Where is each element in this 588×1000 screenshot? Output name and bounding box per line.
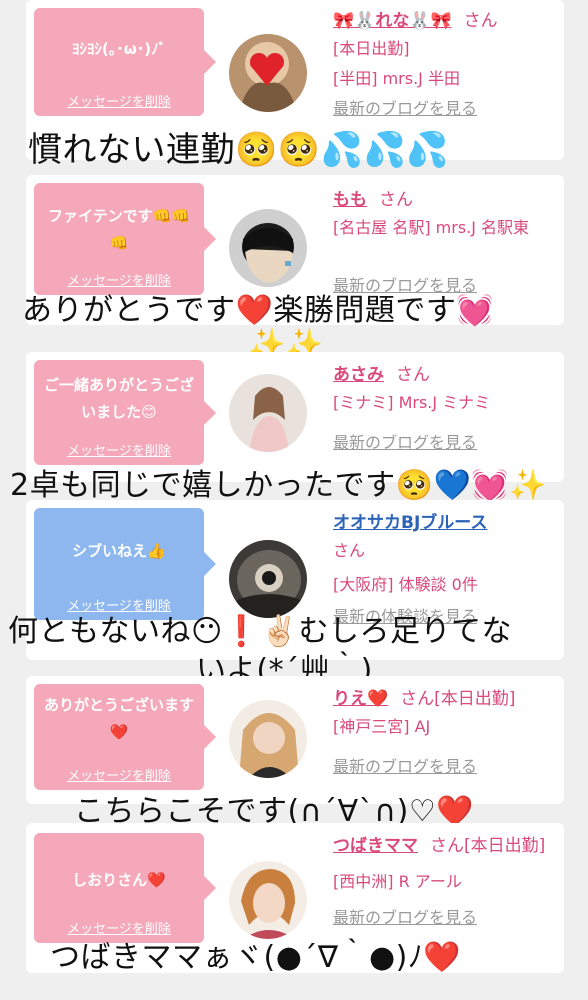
member-shop: [名古屋 名駅] mrs.J 名駅東 <box>333 218 530 237</box>
member-info: りえ❤️ さん[本日出勤] [神戸三宮] AJ 最新のブログを見る <box>333 686 558 782</box>
caption-overlay: 慣れない連勤🥺🥺💦💦💦 <box>28 130 450 170</box>
avatar[interactable] <box>229 209 307 287</box>
member-name-link[interactable]: 🎀🐰れな🐰🎀 <box>333 11 452 31</box>
honorific: さん <box>396 365 430 385</box>
member-info: 🎀🐰れな🐰🎀 さん [本日出勤] [半田] mrs.J 半田 最新のブログを見る <box>333 8 558 124</box>
message-text: ファイテンです👊👊👊 <box>47 207 191 252</box>
honorific: さん <box>463 11 498 31</box>
delete-message-link[interactable]: メッセージを削除 <box>34 440 204 459</box>
blog-link[interactable]: 最新のブログを見る <box>333 94 558 124</box>
honorific: さん[本日出勤] <box>400 689 516 709</box>
member-name-link[interactable]: あさみ <box>333 365 384 385</box>
message-bubble: しおりさん❤️ メッセージを削除 <box>34 833 216 943</box>
member-name-link[interactable]: もも <box>333 190 367 210</box>
member-shop: [ミナミ] Mrs.J ミナミ <box>333 393 491 412</box>
member-shop: [西中洲] R アール <box>333 872 462 891</box>
honorific: さん <box>379 190 413 210</box>
member-name-link[interactable]: オオサカBJブルース <box>333 513 487 533</box>
message-text: シブいねえ👍 <box>72 542 166 560</box>
message-bubble: ﾖｼﾖｼ(｡･ω･)ﾉﾞ メッセージを削除 <box>34 8 216 116</box>
member-shop: [半田] mrs.J 半田 <box>333 69 460 88</box>
member-name-link[interactable]: りえ❤️ <box>333 689 388 709</box>
member-info: もも さん [名古屋 名駅] mrs.J 名駅東 最新のブログを見る <box>333 187 558 301</box>
honorific: さん <box>333 541 366 560</box>
member-shop: [神戸三宮] AJ <box>333 717 431 736</box>
message-bubble: ご一緒ありがとうございました😊 メッセージを削除 <box>34 360 216 465</box>
message-text: ありがとうございます❤️ <box>43 696 194 741</box>
avatar[interactable] <box>229 34 307 112</box>
honorific: さん[本日出勤] <box>430 836 546 856</box>
blog-link[interactable]: 最新のブログを見る <box>333 428 558 458</box>
avatar[interactable] <box>229 861 307 939</box>
message-bubble: ファイテンです👊👊👊 メッセージを削除 <box>34 183 216 295</box>
message-bubble: シブいねえ👍 メッセージを削除 <box>34 508 216 620</box>
delete-message-link[interactable]: メッセージを削除 <box>34 91 204 110</box>
avatar[interactable] <box>229 700 307 778</box>
message-text: ﾖｼﾖｼ(｡･ω･)ﾉﾞ <box>71 40 167 58</box>
blog-link[interactable]: 最新のブログを見る <box>333 903 558 933</box>
message-text: ご一緒ありがとうございました😊 <box>43 376 194 421</box>
member-info: あさみ さん [ミナミ] Mrs.J ミナミ 最新のブログを見る <box>333 362 558 458</box>
member-status: [本日出勤] <box>333 39 410 58</box>
blog-link[interactable]: 最新のブログを見る <box>333 752 558 782</box>
member-info: つばきママ さん[本日出勤] [西中洲] R アール 最新のブログを見る <box>333 833 558 933</box>
caption-overlay: ありがとうです❤️楽勝問題です💓 <box>22 293 495 328</box>
member-name-link[interactable]: つばきママ <box>333 836 418 856</box>
caption-overlay: つばきママぁヾ(●´∇｀●)ﾉ❤️ <box>50 940 462 975</box>
caption-overlay: 2卓も同じで嬉しかったです🥺💙💓✨ <box>10 468 548 503</box>
caption-overlay: 何ともないね😶❗️✌🏻むしろ足りてな <box>8 614 512 649</box>
avatar[interactable] <box>229 374 307 452</box>
member-review-count: [大阪府] 体験談 0件 <box>333 575 478 594</box>
message-card: ありがとうございます❤️ メッセージを削除 りえ❤️ さん[本日出勤] [神戸三宮… <box>26 676 564 804</box>
delete-message-link[interactable]: メッセージを削除 <box>34 765 204 784</box>
message-bubble: ありがとうございます❤️ メッセージを削除 <box>34 684 216 790</box>
message-text: しおりさん❤️ <box>72 871 166 889</box>
